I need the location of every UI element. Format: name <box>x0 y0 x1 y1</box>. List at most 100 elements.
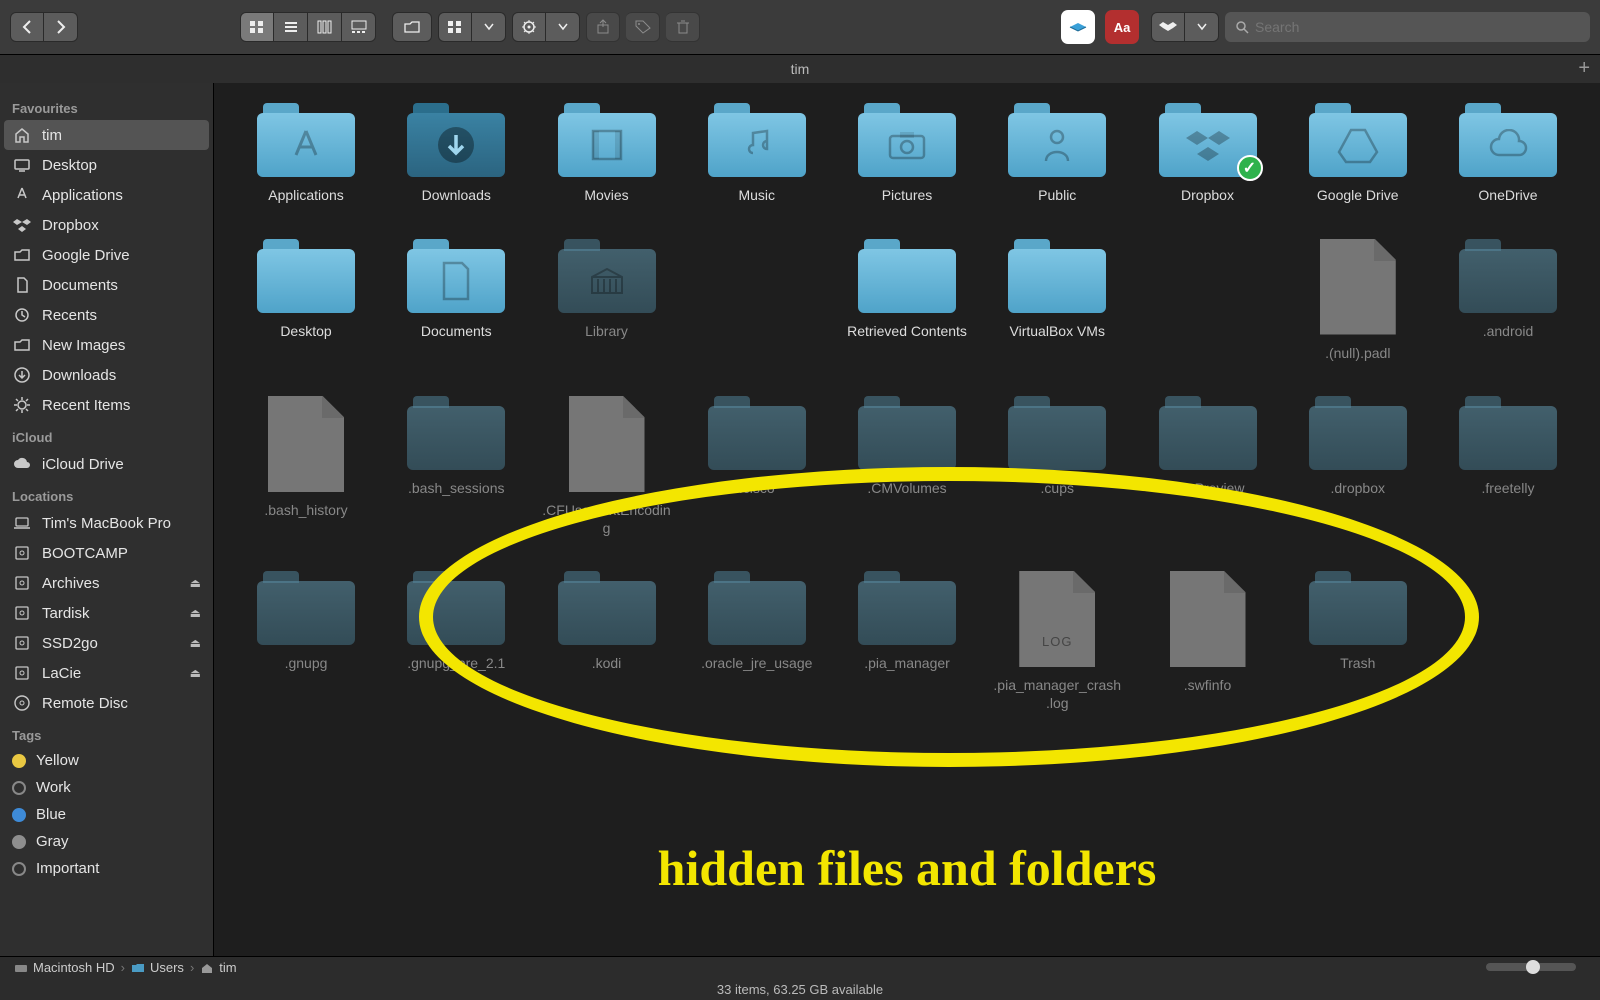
folder-icon <box>858 103 956 177</box>
disk-icon <box>14 962 28 974</box>
home-icon <box>200 962 214 974</box>
sidebar-item-label: Gray <box>36 833 69 850</box>
path-crumb-0[interactable]: Macintosh HD <box>14 960 115 975</box>
file-item[interactable]: .pia_manager_crash.log <box>991 571 1123 712</box>
file-item[interactable]: .DDPreview <box>1142 396 1274 537</box>
file-item[interactable]: Google Drive <box>1292 103 1424 205</box>
sidebar-tag-work[interactable]: Work <box>0 774 213 801</box>
new-tab-button[interactable]: + <box>1578 57 1590 80</box>
back-button[interactable] <box>10 12 44 42</box>
search-field[interactable] <box>1225 12 1590 42</box>
sidebar-item-archives[interactable]: Archives⏏ <box>0 568 213 598</box>
sidebar-item-icloud-drive[interactable]: iCloud Drive <box>0 449 213 479</box>
file-item-label: .bash_history <box>264 502 347 520</box>
file-item[interactable]: .gnupg <box>240 571 372 712</box>
file-item[interactable]: .bash_sessions <box>390 396 522 537</box>
eject-icon[interactable]: ⏏ <box>190 636 201 650</box>
sidebar-item-label: Work <box>36 779 71 796</box>
content-area[interactable]: ApplicationsDownloadsMoviesMusicPictures… <box>214 83 1600 956</box>
file-item[interactable]: .cups <box>991 396 1123 537</box>
sidebar-item-recent-items[interactable]: Recent Items <box>0 390 213 420</box>
sidebar-tag-gray[interactable]: Gray <box>0 828 213 855</box>
action-button[interactable] <box>512 12 546 42</box>
eject-icon[interactable]: ⏏ <box>190 576 201 590</box>
arrange-button[interactable] <box>438 12 472 42</box>
forward-button[interactable] <box>44 12 78 42</box>
path-crumb-1[interactable]: Users <box>131 960 184 975</box>
sidebar-item-tim-s-macbook-pro[interactable]: Tim's MacBook Pro <box>0 508 213 538</box>
file-item[interactable]: .swfinfo <box>1142 571 1274 712</box>
file-item[interactable]: .oracle_jre_usage <box>691 571 823 712</box>
trash-button[interactable] <box>666 12 700 42</box>
sidebar-tag-blue[interactable]: Blue <box>0 801 213 828</box>
tags-button[interactable] <box>626 12 660 42</box>
folder-icon: ✓ <box>1159 103 1257 177</box>
eject-icon[interactable]: ⏏ <box>190 666 201 680</box>
file-item[interactable]: OneDrive <box>1442 103 1574 205</box>
sidebar-tag-yellow[interactable]: Yellow <box>0 747 213 774</box>
file-item[interactable]: .dropbox <box>1292 396 1424 537</box>
arrange-menu[interactable] <box>472 12 506 42</box>
sidebar-item-ssd2go[interactable]: SSD2go⏏ <box>0 628 213 658</box>
file-item[interactable]: VirtualBox VMs <box>991 239 1123 363</box>
disk-icon <box>12 543 32 563</box>
file-item[interactable]: ✓Dropbox <box>1142 103 1274 205</box>
file-item[interactable]: .kodi <box>541 571 673 712</box>
sidebar-item-tardisk[interactable]: Tardisk⏏ <box>0 598 213 628</box>
file-item-label: .swfinfo <box>1184 677 1231 695</box>
list-view-button[interactable] <box>274 12 308 42</box>
file-item[interactable]: .pia_manager <box>841 571 973 712</box>
file-item[interactable]: Desktop <box>240 239 372 363</box>
sidebar-item-google-drive[interactable]: Google Drive <box>0 240 213 270</box>
file-item[interactable]: .CFUserTextEncoding <box>541 396 673 537</box>
sidebar-item-remote-disc[interactable]: Remote Disc <box>0 688 213 718</box>
file-item[interactable]: Movies <box>541 103 673 205</box>
folder-icon <box>407 239 505 313</box>
sidebar-item-documents[interactable]: Documents <box>0 270 213 300</box>
eject-icon[interactable]: ⏏ <box>190 606 201 620</box>
file-item[interactable]: .bash_history <box>240 396 372 537</box>
icon-size-slider[interactable] <box>1486 963 1576 971</box>
file-item[interactable]: Trash <box>1292 571 1424 712</box>
icon-view-button[interactable] <box>240 12 274 42</box>
file-item[interactable]: Documents <box>390 239 522 363</box>
sidebar-item-new-images[interactable]: New Images <box>0 330 213 360</box>
file-item[interactable]: .android <box>1442 239 1574 363</box>
sidebar-header-icloud: iCloud <box>0 420 213 449</box>
search-input[interactable] <box>1255 19 1580 35</box>
app-shortcut-dictionary[interactable]: Aa <box>1105 10 1139 44</box>
column-view-button[interactable] <box>308 12 342 42</box>
file-item[interactable]: Retrieved Contents <box>841 239 973 363</box>
file-item[interactable]: Music <box>691 103 823 205</box>
dropbox-icon <box>12 215 32 235</box>
dropbox-toolbar-button[interactable] <box>1151 12 1185 42</box>
sidebar-tag-important[interactable]: Important <box>0 855 213 882</box>
path-crumb-2[interactable]: tim <box>200 960 236 975</box>
share-button[interactable] <box>586 12 620 42</box>
file-item[interactable]: Downloads <box>390 103 522 205</box>
sidebar-item-applications[interactable]: Applications <box>0 180 213 210</box>
action-menu[interactable] <box>546 12 580 42</box>
folder-icon <box>708 571 806 645</box>
sidebar-item-tim[interactable]: tim <box>4 120 209 150</box>
file-item[interactable]: .freetelly <box>1442 396 1574 537</box>
file-item[interactable]: Pictures <box>841 103 973 205</box>
search-icon <box>1235 20 1249 34</box>
file-item[interactable]: Public <box>991 103 1123 205</box>
file-item[interactable]: .(null).padl <box>1292 239 1424 363</box>
dropbox-toolbar-menu[interactable] <box>1185 12 1219 42</box>
sidebar-item-downloads[interactable]: Downloads <box>0 360 213 390</box>
sidebar-item-dropbox[interactable]: Dropbox <box>0 210 213 240</box>
sidebar-item-desktop[interactable]: Desktop <box>0 150 213 180</box>
sidebar-item-recents[interactable]: Recents <box>0 300 213 330</box>
sidebar-item-lacie[interactable]: LaCie⏏ <box>0 658 213 688</box>
group-button[interactable] <box>392 12 432 42</box>
file-item[interactable]: Library <box>541 239 673 363</box>
file-item[interactable]: .cisco <box>691 396 823 537</box>
sidebar-item-bootcamp[interactable]: BOOTCAMP <box>0 538 213 568</box>
app-shortcut-1[interactable] <box>1061 10 1095 44</box>
file-item[interactable]: Applications <box>240 103 372 205</box>
gallery-view-button[interactable] <box>342 12 376 42</box>
file-item[interactable]: .CMVolumes <box>841 396 973 537</box>
file-item[interactable]: .gnupg_pre_2.1 <box>390 571 522 712</box>
